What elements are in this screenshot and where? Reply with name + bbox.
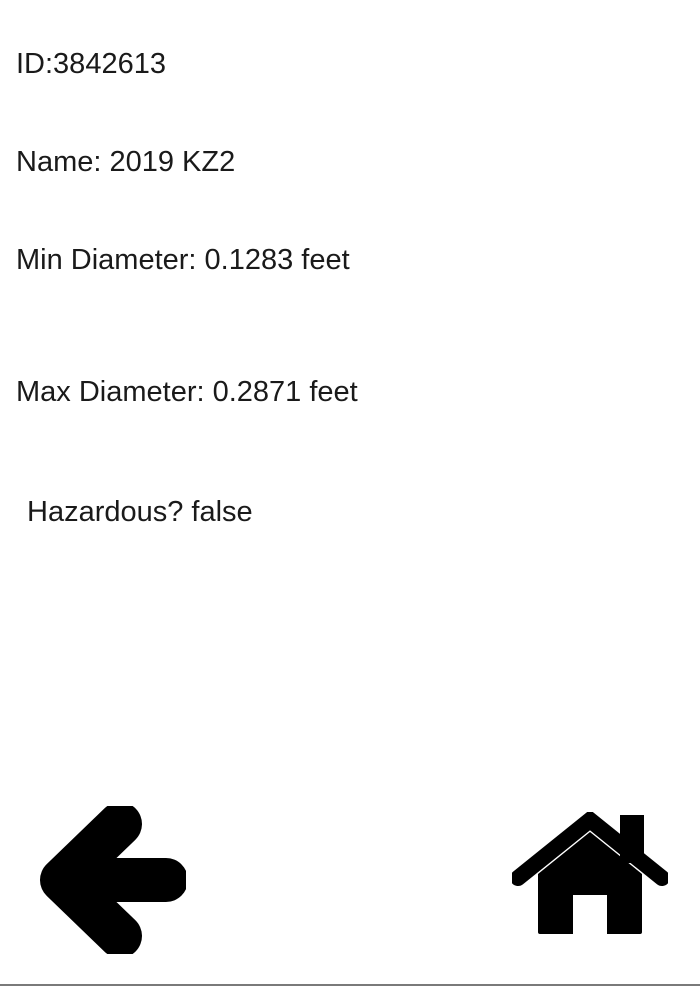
home-icon	[512, 812, 668, 934]
hazardous-status: Hazardous? false	[27, 496, 253, 528]
max-diameter: Max Diameter: 0.2871 feet	[16, 376, 358, 408]
home-button[interactable]	[512, 812, 668, 938]
back-button[interactable]	[40, 806, 186, 954]
min-diameter: Min Diameter: 0.1283 feet	[16, 244, 350, 276]
asteroid-name: Name: 2019 KZ2	[16, 146, 236, 178]
arrow-left-icon	[40, 806, 186, 954]
asteroid-id: ID:3842613	[16, 48, 166, 80]
